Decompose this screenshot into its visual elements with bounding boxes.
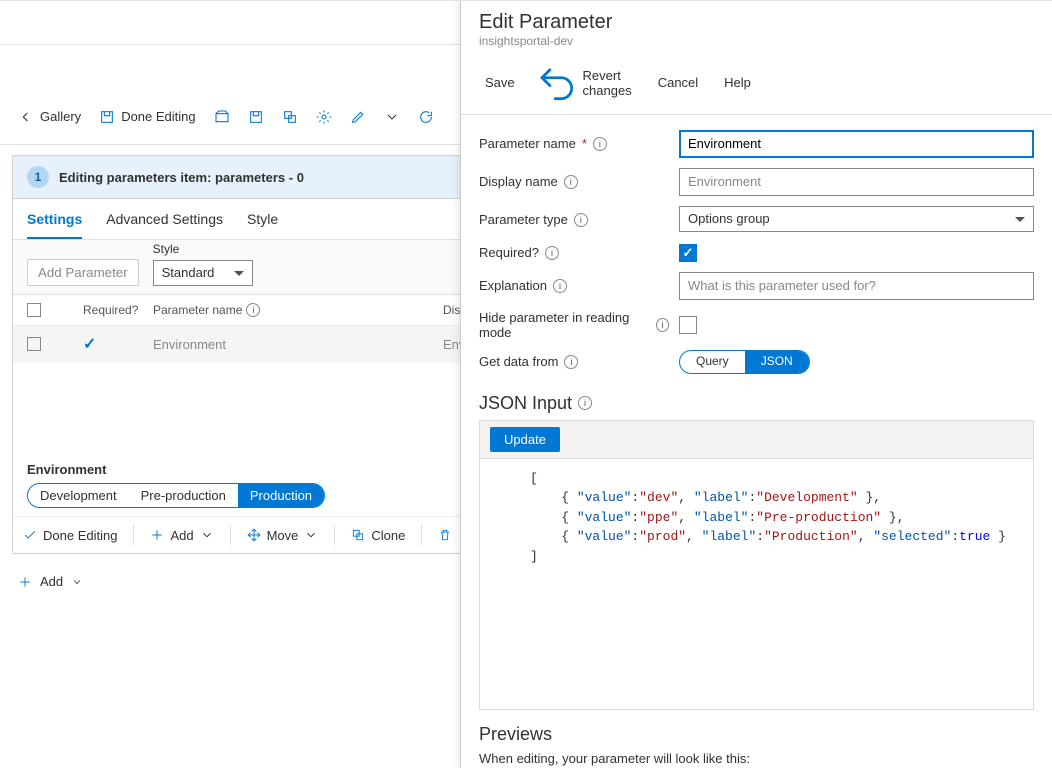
tab-advanced[interactable]: Advanced Settings [106, 211, 223, 239]
tab-style[interactable]: Style [247, 211, 278, 239]
chevron-down-icon [200, 528, 214, 542]
info-icon[interactable]: i [656, 318, 669, 332]
col-required: Required? [83, 303, 143, 317]
hide-param-label: Hide parameter in reading mode [479, 310, 650, 340]
done-editing-action[interactable]: Done Editing [23, 528, 117, 543]
param-name-input[interactable] [679, 130, 1034, 158]
panel-title: Edit Parameter [479, 11, 1034, 34]
trash-icon [438, 528, 452, 542]
options-preview: Development Pre-production Production [27, 483, 325, 508]
save-disk-icon[interactable] [248, 109, 264, 125]
select-all-checkbox[interactable] [27, 303, 41, 317]
style-label: Style [153, 242, 253, 256]
gallery-button[interactable]: Gallery [18, 109, 81, 125]
info-icon[interactable]: i [574, 213, 588, 227]
required-label: Required? [479, 245, 539, 260]
open-icon[interactable] [214, 109, 230, 125]
undo-icon [535, 62, 577, 104]
previews-title: Previews [479, 724, 1034, 745]
toggle-json[interactable]: JSON [745, 351, 809, 373]
param-type-select[interactable]: Options group [679, 206, 1034, 232]
plus-icon [18, 575, 32, 589]
info-icon[interactable]: i [246, 303, 260, 317]
row-name: Environment [153, 337, 433, 352]
settings-gear-icon[interactable] [316, 109, 332, 125]
panel-help-button[interactable]: Help [718, 62, 751, 104]
panel-cancel-button[interactable]: Cancel [652, 62, 698, 104]
clone-action[interactable]: Clone [351, 528, 405, 543]
required-asterisk: * [582, 136, 587, 151]
json-input-label: JSON Input [479, 393, 572, 414]
chevron-down-icon[interactable] [384, 109, 400, 125]
pill-dev[interactable]: Development [28, 484, 129, 507]
delete-action[interactable] [438, 528, 452, 542]
json-editor[interactable]: Update [ { "value":"dev", "label":"Devel… [479, 420, 1034, 710]
card-badge: 1 [27, 166, 49, 188]
get-data-toggle: Query JSON [679, 350, 810, 374]
move-icon [247, 528, 261, 542]
json-code[interactable]: [ { "value":"dev", "label":"Development"… [479, 459, 1033, 577]
info-icon[interactable]: i [545, 246, 559, 260]
explanation-label: Explanation [479, 278, 547, 293]
info-icon[interactable]: i [564, 355, 578, 369]
toggle-query[interactable]: Query [680, 351, 745, 373]
style-select[interactable]: Standard [153, 260, 253, 286]
display-name-input[interactable] [679, 168, 1034, 196]
tab-settings[interactable]: Settings [27, 211, 82, 239]
get-data-label: Get data from [479, 354, 558, 369]
previews-caption: When editing, your parameter will look l… [479, 751, 1034, 766]
row-checkbox[interactable] [27, 337, 41, 351]
param-type-label: Parameter type [479, 212, 568, 227]
param-name-label: Parameter name [479, 136, 576, 151]
save-icon [99, 109, 115, 125]
panel-revert-button[interactable]: Revert changes [535, 62, 632, 104]
edit-pencil-icon[interactable] [350, 109, 366, 125]
edit-parameter-panel: Edit Parameter insightsportal-dev Save R… [460, 1, 1052, 768]
card-title: Editing parameters item: parameters - 0 [59, 170, 304, 185]
check-icon [23, 528, 37, 542]
add-action[interactable]: Add [150, 528, 213, 543]
pill-ppe[interactable]: Pre-production [129, 484, 238, 507]
done-editing-button[interactable]: Done Editing [99, 109, 195, 125]
display-name-label: Display name [479, 174, 558, 189]
panel-save-button[interactable]: Save [479, 62, 515, 104]
explanation-input[interactable] [679, 272, 1034, 300]
required-check-icon: ✓ [83, 334, 143, 354]
info-icon[interactable]: i [564, 175, 578, 189]
chevron-down-icon [71, 576, 83, 588]
hide-param-checkbox[interactable] [679, 316, 697, 334]
move-action[interactable]: Move [247, 528, 319, 543]
info-icon[interactable]: i [553, 279, 567, 293]
info-icon[interactable]: i [593, 137, 607, 151]
pill-prod[interactable]: Production [238, 484, 324, 507]
col-param-name: Parameter name [153, 303, 242, 317]
back-arrow-icon [18, 109, 34, 125]
copy-icon[interactable] [282, 109, 298, 125]
plus-icon [150, 528, 164, 542]
chevron-down-icon [304, 528, 318, 542]
info-icon[interactable]: i [578, 396, 592, 410]
add-parameter-button[interactable]: Add Parameter [27, 259, 139, 286]
panel-subtitle: insightsportal-dev [479, 34, 1034, 48]
json-update-button[interactable]: Update [490, 427, 560, 452]
required-checkbox[interactable]: ✓ [679, 244, 697, 262]
refresh-icon[interactable] [418, 109, 434, 125]
clone-icon [351, 528, 365, 542]
